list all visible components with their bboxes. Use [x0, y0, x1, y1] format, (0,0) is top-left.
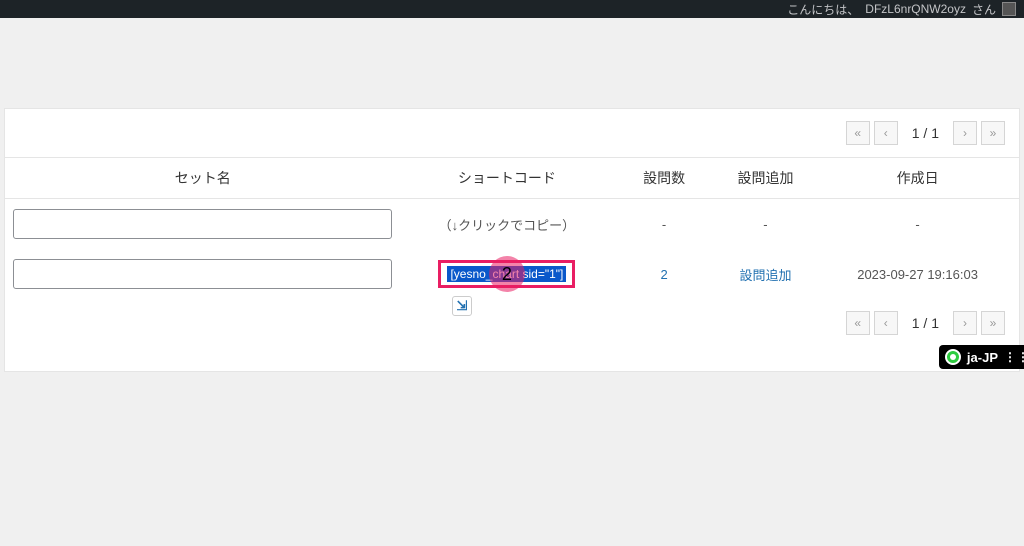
page-last-button[interactable]: »: [981, 121, 1005, 145]
page-first-button[interactable]: «: [846, 121, 870, 145]
page-indicator: 1 / 1: [902, 125, 949, 141]
locale-badge[interactable]: ja-JP ⋮⋮: [939, 345, 1024, 369]
shortcode-hint: （↓クリックでコピー）: [400, 199, 613, 250]
header-question-count: 設問数: [613, 158, 714, 199]
header-created: 作成日: [816, 158, 1019, 199]
drag-handle-icon[interactable]: ⋮⋮: [1004, 354, 1014, 360]
set-name-input[interactable]: [13, 259, 392, 289]
greeting-username: DFzL6nrQNW2oyz: [865, 2, 966, 16]
copy-floating-icon[interactable]: ⇲: [452, 296, 472, 316]
hint-dash-add: -: [715, 199, 816, 250]
shortcode-highlight-box[interactable]: [yesno_chart sid="1"] 2: [438, 260, 575, 288]
avatar-icon: [1002, 2, 1016, 16]
page-prev-button-bottom[interactable]: ‹: [874, 311, 898, 335]
admin-bar: こんにちは、 DFzL6nrQNW2oyz さん: [0, 0, 1024, 18]
locale-label: ja-JP: [967, 350, 998, 365]
table-header-row: セット名 ショートコード 設問数 設問追加 作成日: [5, 158, 1019, 199]
greeting-prefix: こんにちは、: [787, 1, 859, 18]
question-count-link[interactable]: 2: [660, 267, 667, 282]
content-wrap: « ‹ 1 / 1 › » セット名 ショートコード 設問数 設問追加 作成日: [0, 108, 1024, 372]
page-indicator-bottom: 1 / 1: [902, 315, 949, 331]
pagination-top: « ‹ 1 / 1 › »: [5, 109, 1019, 157]
hint-dash-count: -: [613, 199, 714, 250]
shortcode-text: [yesno_chart sid="1"]: [447, 266, 566, 282]
admin-greeting[interactable]: こんにちは、 DFzL6nrQNW2oyz さん: [787, 1, 1016, 18]
page-next-button-bottom[interactable]: ›: [953, 311, 977, 335]
content-panel: « ‹ 1 / 1 › » セット名 ショートコード 設問数 設問追加 作成日: [4, 108, 1020, 372]
page-last-button-bottom[interactable]: »: [981, 311, 1005, 335]
pagination-bottom: « ‹ 1 / 1 › »: [5, 299, 1019, 347]
greeting-suffix: さん: [972, 1, 996, 18]
locale-status-icon: [945, 349, 961, 365]
header-set-name: セット名: [5, 158, 400, 199]
shortcode-table: セット名 ショートコード 設問数 設問追加 作成日 （↓クリックでコピー） - …: [5, 157, 1019, 299]
table-row: [yesno_chart sid="1"] 2 2 設問追加 2023-09-2…: [5, 249, 1019, 299]
page-next-button[interactable]: ›: [953, 121, 977, 145]
set-name-input-new[interactable]: [13, 209, 392, 239]
header-shortcode: ショートコード: [400, 158, 613, 199]
created-date: 2023-09-27 19:16:03: [816, 249, 1019, 299]
hint-dash-date: -: [816, 199, 1019, 250]
question-add-link[interactable]: 設問追加: [739, 268, 791, 283]
table-hint-row: （↓クリックでコピー） - - -: [5, 199, 1019, 250]
header-question-add: 設問追加: [715, 158, 816, 199]
page-prev-button[interactable]: ‹: [874, 121, 898, 145]
page-first-button-bottom[interactable]: «: [846, 311, 870, 335]
